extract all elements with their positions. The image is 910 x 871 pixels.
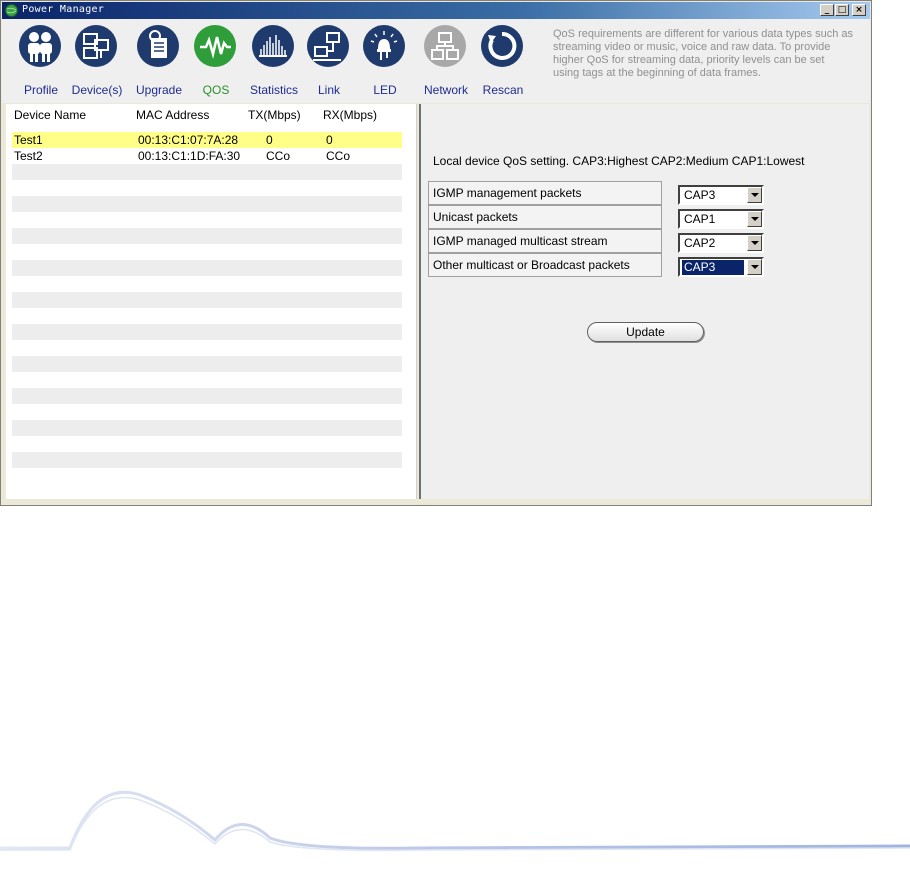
power-manager-window: Power Manager _ □ × Profile Device(s) Up…: [0, 0, 872, 506]
column-device-name[interactable]: Device Name: [14, 108, 86, 122]
device-name-cell: Test1: [14, 133, 43, 147]
mac-address-cell: 00:13:C1:1D:FA:30: [138, 149, 241, 163]
rx-cell: CCo: [326, 149, 351, 163]
table-row[interactable]: Test2 00:13:C1:1D:FA:30 CCo CCo: [12, 148, 402, 164]
update-button[interactable]: Update: [587, 322, 704, 342]
network-icon: [424, 25, 466, 67]
column-mac-address[interactable]: MAC Address: [136, 108, 209, 122]
empty-row: [12, 356, 402, 372]
column-tx[interactable]: TX(Mbps): [248, 108, 301, 122]
qos-row-label: IGMP managed multicast stream: [433, 234, 608, 248]
title-bar[interactable]: Power Manager _ □ ×: [2, 2, 870, 19]
select-value: CAP3: [684, 188, 716, 202]
chevron-down-icon[interactable]: [747, 187, 762, 203]
qos-description: QoS requirements are different for vario…: [553, 28, 854, 79]
empty-row: [12, 260, 402, 276]
select-value: CAP2: [684, 236, 716, 250]
device-name-cell: Test2: [14, 149, 43, 163]
toolbar: Profile Device(s) Upgrade QOS Statistics…: [2, 19, 870, 103]
mac-address-cell: 00:13:C1:07:7A:28: [138, 133, 239, 147]
device-list-panel: Device Name MAC Address TX(Mbps) RX(Mbps…: [6, 104, 417, 499]
app-globe-icon: [5, 4, 18, 17]
empty-row: [12, 196, 402, 212]
empty-row: [12, 452, 402, 468]
select-value: CAP3: [682, 260, 744, 275]
tool-qos[interactable]: QOS: [186, 23, 246, 101]
qos-select-unicast[interactable]: CAP1: [678, 209, 764, 229]
window-title: Power Manager: [22, 4, 105, 15]
qos-select-igmp-multicast[interactable]: CAP2: [678, 233, 764, 253]
qos-row-label: Unicast packets: [433, 210, 518, 224]
empty-row: [12, 388, 402, 404]
empty-row: [12, 228, 402, 244]
empty-row: [12, 164, 402, 180]
tx-cell: 0: [266, 133, 273, 147]
empty-row: [12, 292, 402, 308]
chevron-down-icon[interactable]: [747, 235, 762, 251]
rescan-icon: [481, 25, 523, 67]
qos-heading: Local device QoS setting. CAP3:Highest C…: [433, 154, 805, 168]
devices-icon: [75, 25, 117, 67]
empty-row: [12, 324, 402, 340]
statistics-icon: [252, 25, 294, 67]
tool-label-rescan: Rescan: [482, 83, 524, 97]
select-value: CAP1: [684, 212, 716, 226]
profile-icon: [19, 25, 61, 67]
table-row[interactable]: Test1 00:13:C1:07:7A:28 0 0: [12, 132, 402, 148]
qos-select-igmp-management[interactable]: CAP3: [678, 185, 764, 205]
tx-cell: CCo: [266, 149, 291, 163]
upgrade-icon: [137, 25, 179, 67]
close-button[interactable]: ×: [852, 4, 866, 16]
qos-settings-panel: Local device QoS setting. CAP3:Highest C…: [421, 104, 869, 499]
qos-row-label: Other multicast or Broadcast packets: [433, 258, 630, 272]
minimize-button[interactable]: _: [820, 4, 834, 16]
tool-rescan[interactable]: Rescan: [473, 23, 533, 101]
chevron-down-icon[interactable]: [747, 259, 762, 275]
qos-select-other-multicast[interactable]: CAP3: [678, 257, 764, 277]
qos-wave-icon: [194, 25, 236, 67]
qos-row-other-multicast: Other multicast or Broadcast packets: [428, 253, 662, 277]
rx-cell: 0: [326, 133, 333, 147]
qos-row-igmp-management: IGMP management packets: [428, 181, 662, 205]
empty-row: [12, 420, 402, 436]
chevron-down-icon[interactable]: [747, 211, 762, 227]
qos-row-unicast: Unicast packets: [428, 205, 662, 229]
tool-devices[interactable]: Device(s): [67, 23, 127, 101]
tool-led[interactable]: LED: [355, 23, 415, 101]
column-rx[interactable]: RX(Mbps): [323, 108, 377, 122]
qos-row-label: IGMP management packets: [433, 186, 582, 200]
link-icon: [307, 25, 349, 67]
maximize-button[interactable]: □: [835, 4, 849, 16]
led-icon: [363, 25, 405, 67]
qos-row-igmp-multicast: IGMP managed multicast stream: [428, 229, 662, 253]
decorative-wave: [0, 790, 910, 852]
